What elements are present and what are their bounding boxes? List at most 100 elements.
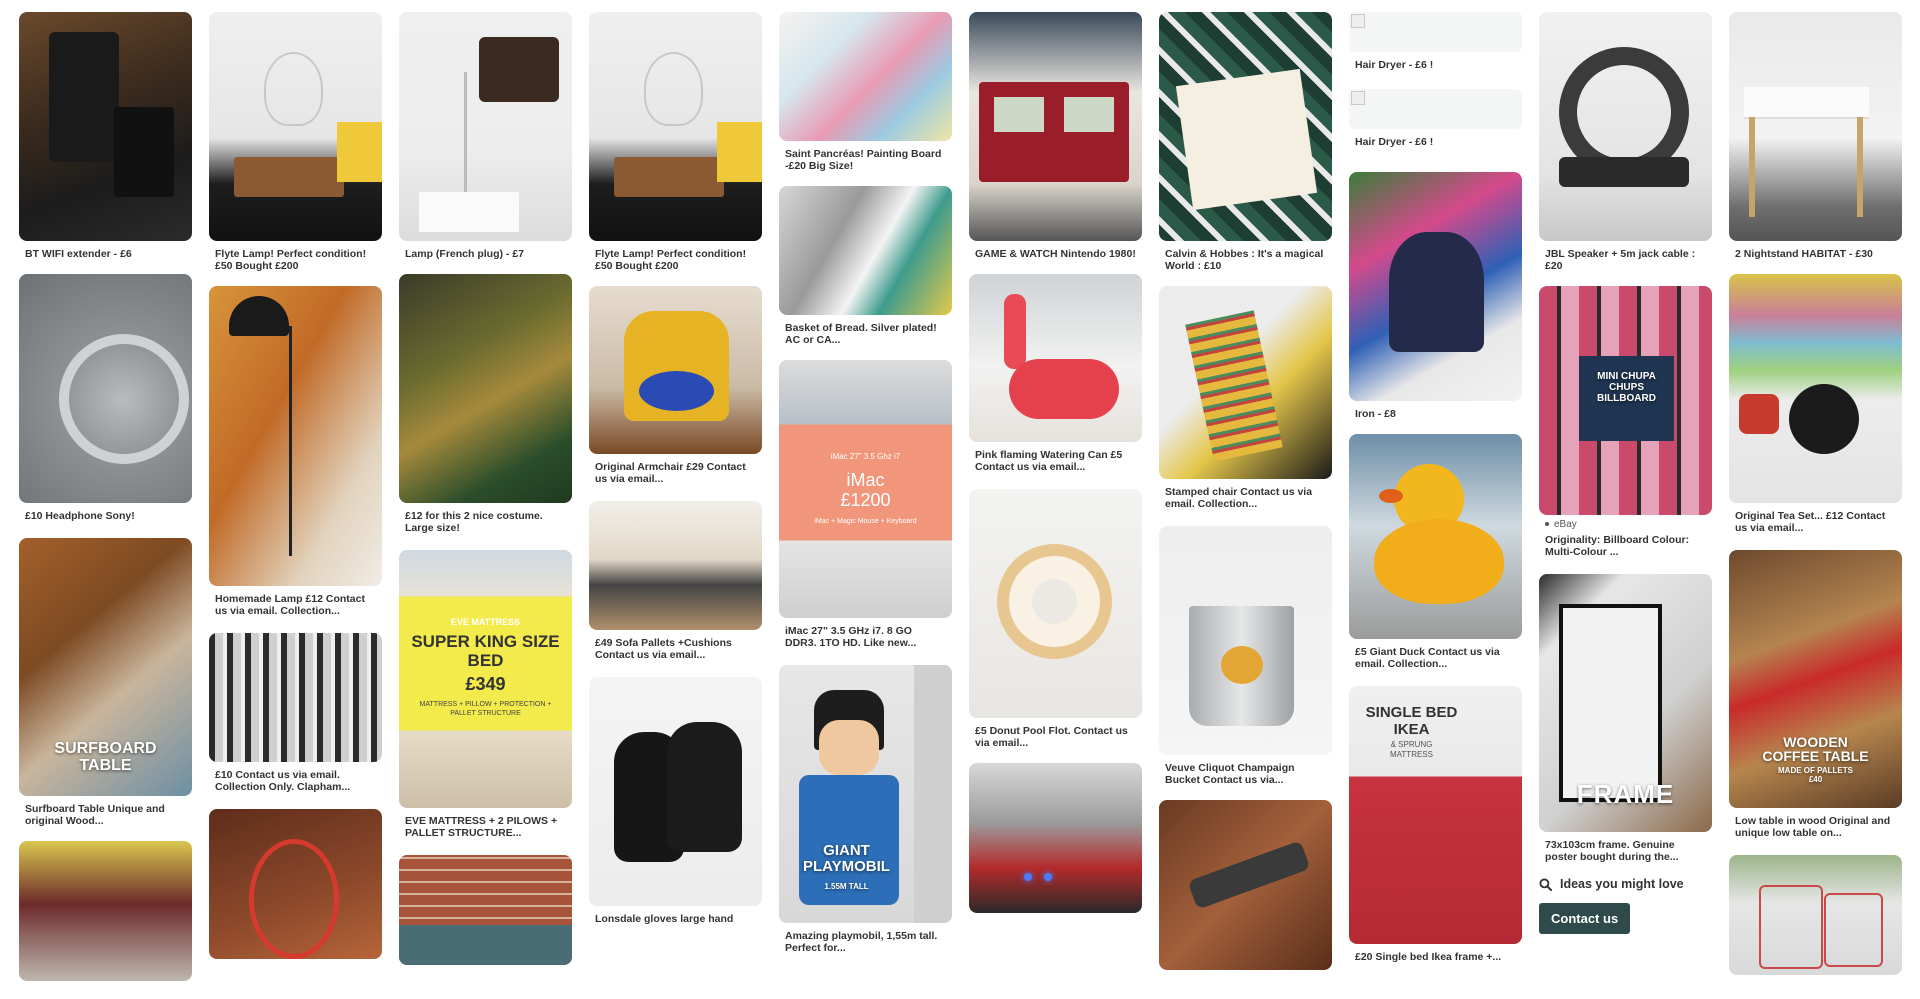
ideas-link[interactable]: Ideas you might love [1539,863,1712,891]
pin-image[interactable] [589,677,762,906]
pin-image[interactable] [399,855,572,965]
pin-image[interactable] [589,501,762,630]
pin-stamped-chair[interactable]: Stamped chair Contact us via email. Coll… [1159,286,1332,510]
pin-image[interactable] [969,12,1142,241]
pin-stool[interactable] [19,841,192,981]
pin-giant-duck[interactable]: £5 Giant Duck Contact us via email. Coll… [1349,434,1522,670]
pin-hair-dryer-1[interactable]: Hair Dryer - £6 ! [1349,12,1522,71]
pin-image[interactable] [969,489,1142,718]
ad-title: SINGLE BED IKEA [1365,704,1458,738]
pin-image[interactable] [779,186,952,315]
pin-flyte-lamp[interactable]: Flyte Lamp! Perfect condition! £50 Bough… [209,12,382,272]
pin-jbl-speaker[interactable]: JBL Speaker + 5m jack cable : £20 [1539,12,1712,272]
pin-calvin-hobbes[interactable]: Calvin & Hobbes : It's a magical World :… [1159,12,1332,272]
pin-donut-float[interactable]: £5 Donut Pool Flot. Contact us via email… [969,489,1142,749]
pin-image[interactable]: GIANT PLAYMOBIL 1.55M TALL [779,665,952,923]
pin-knives[interactable]: £10 Contact us via email. Collection Onl… [209,633,382,793]
pin-flyte-lamp-2[interactable]: Flyte Lamp! Perfect condition! £50 Bough… [589,12,762,272]
ideas-label: Ideas you might love [1560,877,1684,891]
pin-chupa-billboard[interactable]: MINI CHUPA CHUPS BILLBOARD eBay Original… [1539,286,1712,558]
pin-image[interactable] [399,12,572,241]
pin-champagne-bucket[interactable]: Veuve Cliquot Champaign Bucket Contact u… [1159,526,1332,786]
pin-image[interactable] [1159,12,1332,241]
pin-bt-wifi-extender[interactable]: BT WIFI extender - £6 [19,12,192,260]
pin-iron[interactable]: Iron - £8 [1349,172,1522,420]
pin-image[interactable] [209,12,382,241]
pin-hair-dryer-2[interactable]: Hair Dryer - £6 ! [1349,89,1522,148]
pin-caption: Calvin & Hobbes : It's a magical World :… [1165,248,1324,272]
contact-us-button[interactable]: Contact us [1539,903,1631,934]
column-2: Flyte Lamp! Perfect condition! £50 Bough… [209,12,382,959]
pin-image[interactable] [1729,274,1902,503]
pin-wooden-coffee-table[interactable]: WOODEN COFFEE TABLE MADE OF PALLETS £40 … [1729,550,1902,839]
column-5: Saint Pancréas! Painting Board -£20 Big … [779,12,952,954]
pin-caption: BT WIFI extender - £6 [25,248,132,260]
pin-toaster[interactable] [969,763,1142,913]
pin-costume[interactable]: £12 for this 2 nice costume. Large size! [399,274,572,534]
pin-image[interactable] [209,286,382,586]
pin-giant-playmobil[interactable]: GIANT PLAYMOBIL 1.55M TALL Amazing playm… [779,665,952,954]
pin-image[interactable]: iMac 27" 3.5 Ghz i7 iMac £1200 iMac + Ma… [779,360,952,618]
pin-headphone[interactable]: £10 Headphone Sony! [19,274,192,522]
pin-measuring-jugs[interactable] [1729,855,1902,975]
pin-starwars-frame[interactable]: FRAME 73x103cm frame. Genuine poster bou… [1539,574,1712,863]
pin-lamp-french[interactable]: Lamp (French plug) - £7 [399,12,572,260]
pin-flamingo-can[interactable]: Pink flaming Watering Can £5 Contact us … [969,274,1142,473]
pin-imac[interactable]: iMac 27" 3.5 Ghz i7 iMac £1200 iMac + Ma… [779,360,952,649]
pin-brick-bench[interactable] [399,855,572,965]
pin-single-bed[interactable]: SINGLE BED IKEA & SPRUNG MATTRESS £20 Si… [1349,686,1522,963]
pin-image[interactable]: SURFBOARD TABLE [19,538,192,796]
pin-caption: £10 Headphone Sony! [25,510,135,522]
pin-tea-set[interactable]: Original Tea Set... £12 Contact us via e… [1729,274,1902,534]
column-8: Hair Dryer - £6 ! Hair Dryer - £6 ! Iron… [1349,12,1522,963]
pin-nightstand[interactable]: 2 Nightstand HABITAT - £30 [1729,12,1902,260]
pin-surfboard-table[interactable]: SURFBOARD TABLE Surfboard Table Unique a… [19,538,192,827]
pin-armchair[interactable]: Original Armchair £29 Contact us via ema… [589,286,762,485]
pin-image[interactable] [1349,434,1522,639]
overlay-text: FRAME [1576,779,1675,809]
pin-image[interactable] [589,286,762,454]
pin-painting-board[interactable]: Saint Pancréas! Painting Board -£20 Big … [779,12,952,172]
pin-image[interactable]: FRAME [1539,574,1712,832]
pin-lonsdale-gloves[interactable]: Lonsdale gloves large hand [589,677,762,925]
ad-price: £349 [465,674,506,694]
pin-image[interactable] [969,274,1142,442]
pin-caption: £5 Giant Duck Contact us via email. Coll… [1355,646,1500,670]
pin-homemade-lamp[interactable]: Homemade Lamp £12 Contact us via email. … [209,286,382,617]
pin-sofa-pallets[interactable]: £49 Sofa Pallets +Cushions Contact us vi… [589,501,762,661]
pin-image[interactable] [1349,172,1522,401]
broken-image[interactable] [1349,89,1522,129]
pin-image[interactable] [209,809,382,959]
pin-image[interactable] [1729,12,1902,241]
pin-image[interactable] [19,274,192,503]
pin-image[interactable] [1159,526,1332,755]
pin-image[interactable] [589,12,762,241]
pin-image[interactable] [399,274,572,503]
broken-image[interactable] [1349,12,1522,52]
search-icon [1539,877,1552,891]
pin-image[interactable] [1729,855,1902,975]
pin-image[interactable] [19,12,192,241]
pin-caption: Low table in wood Original and unique lo… [1735,815,1891,839]
column-3: Lamp (French plug) - £7 £12 for this 2 n… [399,12,572,965]
pin-caption: Basket of Bread. Silver plated! AC or CA… [785,322,937,346]
pin-dumbbells[interactable] [1159,800,1332,970]
pin-image[interactable] [19,841,192,981]
pin-tennis-racket[interactable] [209,809,382,959]
pin-image[interactable]: SINGLE BED IKEA & SPRUNG MATTRESS [1349,686,1522,944]
pin-bread-basket[interactable]: Basket of Bread. Silver plated! AC or CA… [779,186,952,346]
pin-image[interactable] [1159,800,1332,970]
pin-image[interactable] [969,763,1142,913]
pin-image[interactable] [779,12,952,141]
pin-game-watch[interactable]: GAME & WATCH Nintendo 1980! [969,12,1142,260]
pin-image[interactable] [1159,286,1332,479]
pin-image[interactable] [1539,12,1712,241]
pin-image[interactable]: MINI CHUPA CHUPS BILLBOARD [1539,286,1712,515]
broken-image-icon [1351,14,1365,28]
pin-image[interactable]: WOODEN COFFEE TABLE MADE OF PALLETS £40 [1729,550,1902,808]
pin-image[interactable] [209,633,382,762]
pin-image[interactable]: EVE MATTRESS SUPER KING SIZE BED £349 MA… [399,550,572,808]
pin-eve-mattress[interactable]: EVE MATTRESS SUPER KING SIZE BED £349 MA… [399,550,572,839]
overlay-subtext: MADE OF PALLETS £40 [1778,766,1853,784]
pin-caption: EVE MATTRESS + 2 PILOWS + PALLET STRUCTU… [405,815,558,839]
